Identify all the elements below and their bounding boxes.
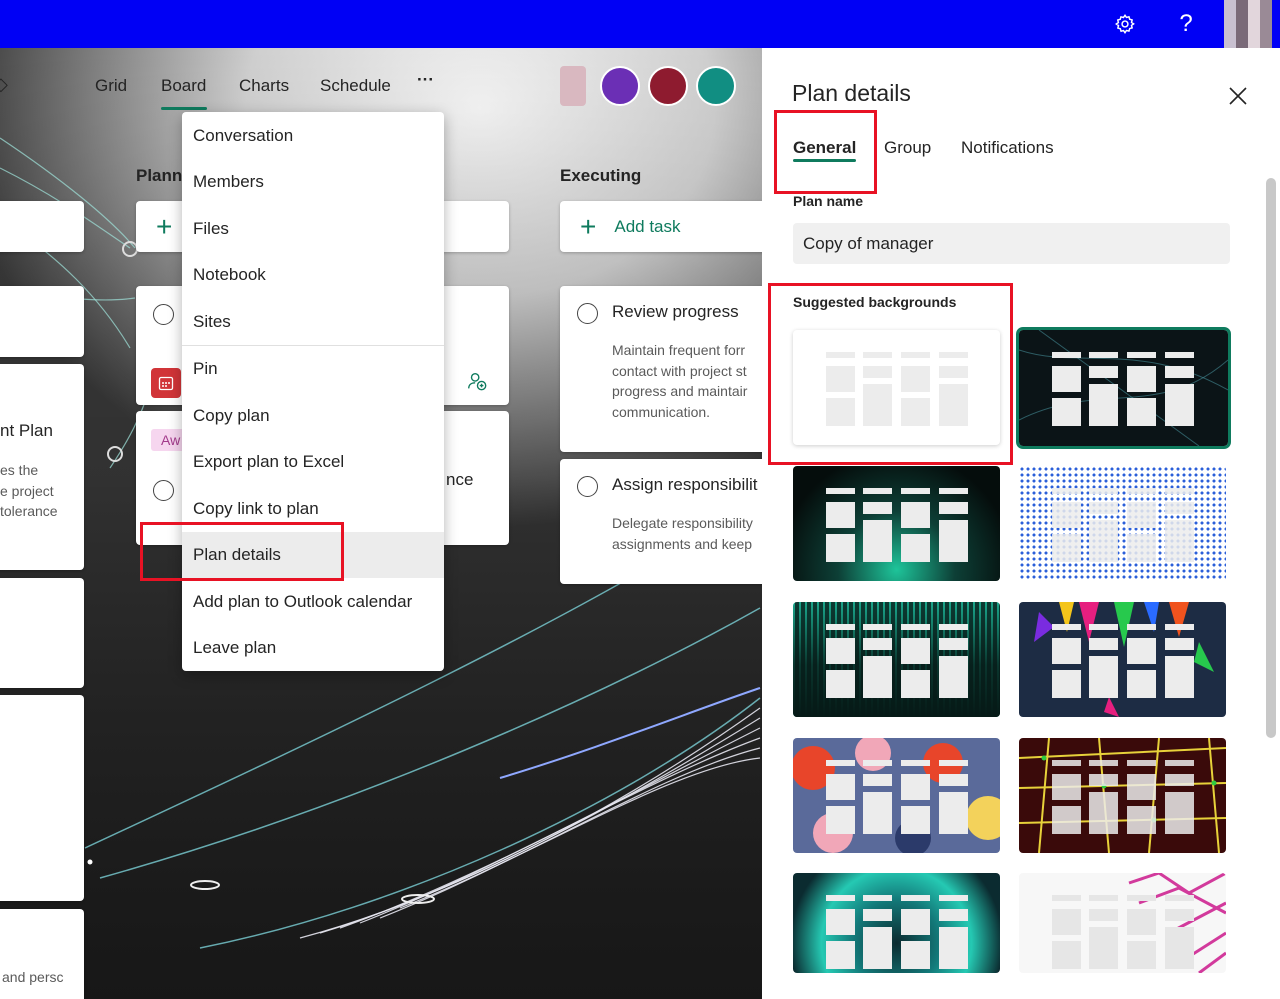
complete-task-radio[interactable] xyxy=(153,480,174,501)
board-preview xyxy=(1052,488,1194,562)
desc-line: communication. xyxy=(612,403,711,420)
desc-line: assignments and keep xyxy=(612,535,753,552)
background-option-pink-waves[interactable] xyxy=(1019,873,1226,973)
desc-line: Maintain frequent forr xyxy=(612,342,746,358)
task-title: Assign responsibilit xyxy=(612,475,758,494)
background-option-dark-network[interactable] xyxy=(1016,327,1231,449)
complete-task-radio[interactable] xyxy=(577,303,598,324)
gear-icon[interactable] xyxy=(1107,6,1143,42)
task-description: Delegate responsibility assignments and … xyxy=(612,513,753,554)
desc-line: es the xyxy=(0,462,39,478)
highlight-plan-details xyxy=(140,522,344,581)
desc-line: contact with project st xyxy=(612,362,747,379)
avatar[interactable] xyxy=(696,66,736,106)
task-description: es the e project tolerance xyxy=(0,460,58,522)
menu-item-sites[interactable]: Sites xyxy=(182,299,444,345)
board-preview xyxy=(1052,760,1194,834)
board-nav-pin-fragment[interactable]: ◇ xyxy=(0,74,8,95)
plus-icon: + xyxy=(580,210,597,242)
menu-item-add-outlook[interactable]: Add plan to Outlook calendar xyxy=(182,579,444,625)
background-option-floral[interactable] xyxy=(793,738,1000,853)
background-option-colorful-shapes[interactable] xyxy=(1019,602,1226,717)
board-preview xyxy=(826,895,968,969)
app-header: ? xyxy=(0,0,1280,48)
task-card[interactable]: Review progress Maintain frequent forr c… xyxy=(560,286,762,452)
board-preview xyxy=(826,760,968,834)
panel-scrollbar[interactable] xyxy=(1266,178,1276,738)
menu-item-notebook[interactable]: Notebook xyxy=(182,252,444,298)
board-preview xyxy=(1052,895,1194,969)
task-title: nt Plan xyxy=(0,421,53,440)
board-preview xyxy=(1052,624,1194,698)
plan-name-label: Plan name xyxy=(793,193,864,209)
task-description: and persc xyxy=(2,969,64,985)
desc-line: tolerance xyxy=(0,503,58,519)
task-card[interactable]: Assign responsibilit Delegate responsibi… xyxy=(560,459,762,584)
task-card[interactable] xyxy=(0,286,84,357)
avatar[interactable] xyxy=(560,66,586,106)
bucket-title[interactable]: Plann xyxy=(136,166,182,186)
background-option-yellow-grid[interactable] xyxy=(1019,738,1226,853)
plus-icon: + xyxy=(156,210,173,242)
task-description: Maintain frequent forr contact with proj… xyxy=(612,340,747,422)
desc-line: progress and maintair xyxy=(612,383,748,399)
tab-notifications[interactable]: Notifications xyxy=(961,138,1054,158)
task-card[interactable] xyxy=(0,695,84,901)
menu-item-members[interactable]: Members xyxy=(182,159,444,205)
avatar[interactable] xyxy=(648,66,688,106)
highlight-general-tab xyxy=(774,110,877,194)
complete-task-radio[interactable] xyxy=(153,304,174,325)
background-option-teal-rings[interactable] xyxy=(793,873,1000,973)
board-preview xyxy=(826,624,968,698)
board-preview xyxy=(1052,352,1194,426)
highlight-suggested-backgrounds xyxy=(768,283,1013,465)
complete-task-radio[interactable] xyxy=(577,476,598,497)
tab-schedule[interactable]: Schedule xyxy=(320,76,391,96)
tab-charts[interactable]: Charts xyxy=(239,76,289,96)
add-task-button[interactable]: + Add task xyxy=(560,201,762,252)
menu-item-pin[interactable]: Pin xyxy=(182,346,444,392)
tab-group[interactable]: Group xyxy=(884,138,931,158)
menu-item-copy-plan[interactable]: Copy plan xyxy=(182,393,444,439)
close-icon[interactable] xyxy=(1226,84,1250,108)
add-task-label: Add task xyxy=(614,216,681,236)
more-options-button[interactable]: ··· xyxy=(417,70,434,90)
background-option-green-glow[interactable] xyxy=(793,466,1000,581)
assign-user-icon[interactable] xyxy=(466,370,490,394)
plan-name-input[interactable]: Copy of manager xyxy=(793,223,1230,264)
board-preview xyxy=(826,488,968,562)
task-card[interactable]: nt Plan es the e project tolerance xyxy=(0,364,84,570)
tab-board-underline xyxy=(161,107,207,110)
background-option-blue-dots[interactable] xyxy=(1019,466,1226,581)
tab-grid[interactable]: Grid xyxy=(95,76,127,96)
calendar-icon xyxy=(151,368,181,398)
tab-board[interactable]: Board xyxy=(161,76,206,96)
plan-options-menu: Conversation Members Files Notebook Site… xyxy=(182,112,444,671)
question-icon[interactable]: ? xyxy=(1168,6,1204,42)
task-card[interactable] xyxy=(0,201,84,252)
menu-item-conversation[interactable]: Conversation xyxy=(182,113,444,159)
panel-bottom-fade xyxy=(762,973,1280,999)
desc-line: e project xyxy=(0,482,54,499)
panel-title: Plan details xyxy=(792,80,911,106)
bucket-title-executing[interactable]: Executing xyxy=(560,166,641,186)
background-option-teal-bars[interactable] xyxy=(793,602,1000,717)
task-title: Review progress xyxy=(612,302,739,321)
user-avatar[interactable] xyxy=(1224,0,1272,48)
task-card[interactable]: and persc xyxy=(0,909,84,999)
desc-line: Delegate responsibility xyxy=(612,515,753,531)
menu-item-export-excel[interactable]: Export plan to Excel xyxy=(182,439,444,485)
task-title: nce xyxy=(446,470,474,489)
task-card[interactable] xyxy=(0,578,84,688)
menu-item-files[interactable]: Files xyxy=(182,206,444,252)
avatar[interactable] xyxy=(600,66,640,106)
menu-item-leave-plan[interactable]: Leave plan xyxy=(182,625,444,671)
